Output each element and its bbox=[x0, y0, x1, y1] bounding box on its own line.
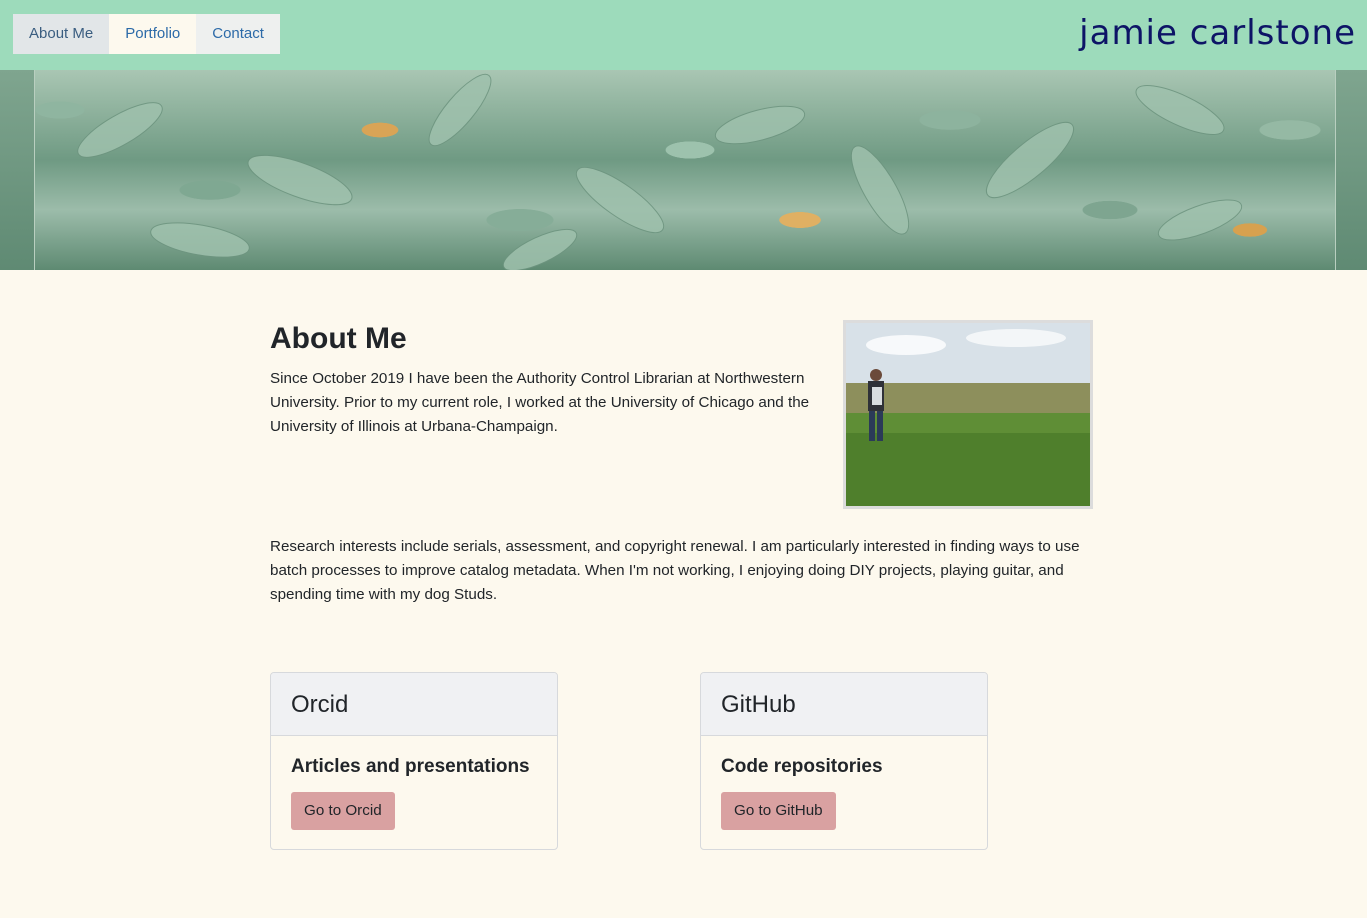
card-header: GitHub bbox=[701, 673, 987, 736]
card-subtitle: Articles and presentations bbox=[291, 756, 530, 777]
orcid-card: Orcid Articles and presentations Go to O… bbox=[270, 672, 558, 850]
nav-about-me[interactable]: About Me bbox=[13, 14, 110, 54]
card-subtitle: Code repositories bbox=[721, 756, 883, 777]
nav-contact[interactable]: Contact bbox=[196, 14, 280, 54]
about-paragraph-1: Since October 2019 I have been the Autho… bbox=[270, 370, 810, 435]
main-nav: About Me Portfolio Contact bbox=[13, 14, 280, 54]
go-to-github-button[interactable]: Go to GitHub bbox=[721, 792, 836, 830]
github-card: GitHub Code repositories Go to GitHub bbox=[700, 672, 988, 850]
hero-banner-image bbox=[0, 70, 1367, 270]
top-navbar: About Me Portfolio Contact jamie carlsto… bbox=[0, 0, 1367, 70]
profile-photo bbox=[843, 320, 1093, 509]
profile-photo-illustration bbox=[846, 323, 1090, 506]
site-title: jamie carlstone bbox=[1079, 13, 1356, 53]
about-paragraph-2: Research interests include serials, asse… bbox=[270, 538, 1080, 603]
about-heading: About Me bbox=[270, 322, 407, 355]
nav-portfolio[interactable]: Portfolio bbox=[109, 14, 197, 54]
go-to-orcid-button[interactable]: Go to Orcid bbox=[291, 792, 395, 830]
leaf-pattern bbox=[77, 73, 1243, 270]
card-header: Orcid bbox=[271, 673, 557, 736]
